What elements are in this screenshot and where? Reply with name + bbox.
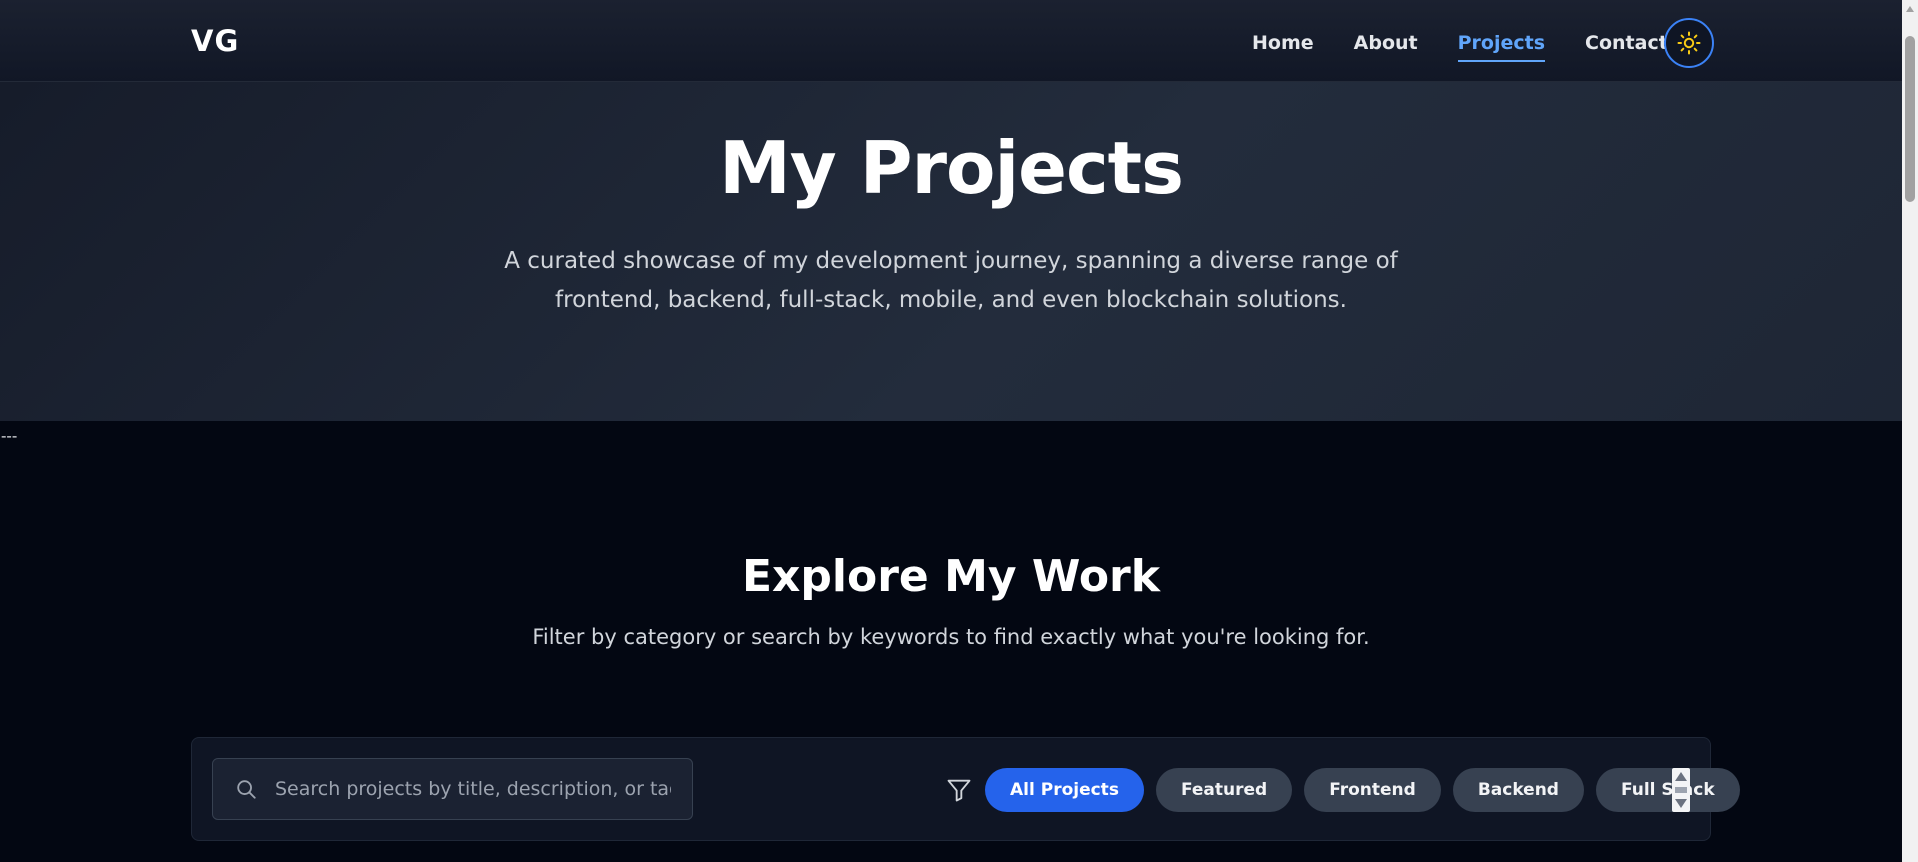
- site-header: VG Home About Projects Contact: [0, 0, 1902, 82]
- search-box[interactable]: [212, 758, 693, 820]
- sun-icon: [1677, 31, 1701, 55]
- site-logo[interactable]: VG: [191, 24, 239, 58]
- category-filters: All Projects Featured Frontend Backend F…: [985, 768, 1752, 812]
- scrollbar-thumb[interactable]: [1905, 36, 1915, 202]
- filter-chip-full-stack[interactable]: Full Stack: [1595, 768, 1740, 812]
- filter-chip-backend[interactable]: Backend: [1452, 768, 1584, 812]
- nav-link-contact[interactable]: Contact: [1585, 30, 1668, 56]
- search-icon: [233, 776, 259, 802]
- main-nav: Home About Projects Contact: [1252, 30, 1708, 62]
- hero-title: My Projects: [719, 126, 1184, 210]
- hero-description: A curated showcase of my development jou…: [504, 248, 1398, 313]
- nav-link-projects[interactable]: Projects: [1457, 30, 1546, 62]
- scroll-thumb[interactable]: [1675, 787, 1687, 793]
- theme-toggle-button[interactable]: [1664, 18, 1714, 68]
- scroll-down-icon[interactable]: [1675, 799, 1687, 808]
- page-scrollbar[interactable]: [1902, 0, 1918, 862]
- separator-text: ---: [1, 426, 18, 445]
- scrollbar-up-icon[interactable]: [1906, 6, 1914, 12]
- filter-chip-frontend[interactable]: Frontend: [1304, 768, 1441, 812]
- filter-scroll-control[interactable]: [1672, 768, 1690, 812]
- nav-link-about[interactable]: About: [1354, 30, 1418, 56]
- nav-link-home[interactable]: Home: [1252, 30, 1314, 56]
- page: VG Home About Projects Contact My Projec…: [0, 0, 1918, 862]
- filter-panel: All Projects Featured Frontend Backend F…: [191, 737, 1740, 841]
- explore-title: Explore My Work: [741, 551, 1161, 602]
- search-input[interactable]: [273, 777, 673, 801]
- explore-subtitle: Filter by category or search by keywords…: [532, 625, 1370, 649]
- scroll-up-icon[interactable]: [1675, 772, 1687, 781]
- filter-chip-all-projects[interactable]: All Projects: [985, 768, 1144, 812]
- filter-icon: [945, 776, 973, 804]
- filter-chip-featured[interactable]: Featured: [1155, 768, 1293, 812]
- hero-section: My Projects A curated showcase of my dev…: [0, 82, 1902, 421]
